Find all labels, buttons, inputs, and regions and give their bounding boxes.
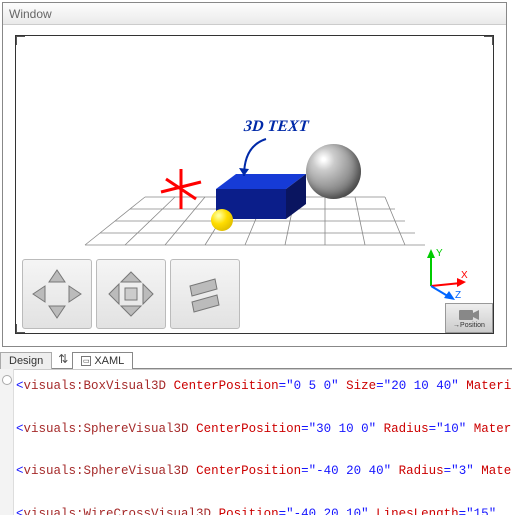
code-attr: LinesLength xyxy=(376,507,459,516)
code-val: 0 5 0 xyxy=(294,379,332,393)
designer-tab-strip: Design ⇅ ▭XAML xyxy=(0,349,512,369)
camera-position-button[interactable]: →Position xyxy=(445,303,493,333)
code-tag: visuals:BoxVisual3D xyxy=(24,379,167,393)
tab-xaml-label: XAML xyxy=(94,355,124,367)
window-title-bar: Window xyxy=(3,3,506,25)
axis-y-label: Y xyxy=(436,248,443,259)
code-attr: Radius xyxy=(384,422,429,436)
code-val: 20 10 40 xyxy=(391,379,451,393)
code-val: 30 10 0 xyxy=(316,422,369,436)
code-attr: CenterPosition xyxy=(196,422,301,436)
swap-panes-button[interactable]: ⇅ xyxy=(54,350,72,368)
sphere-small-visual xyxy=(211,209,233,231)
tab-design[interactable]: Design xyxy=(0,352,52,369)
code-tag: visuals:SphereVisual3D xyxy=(24,422,189,436)
zoom-widget[interactable] xyxy=(170,259,240,329)
code-attr: Size xyxy=(346,379,376,393)
window-title: Window xyxy=(9,7,52,21)
designer-window: Window xyxy=(2,2,507,347)
xaml-file-icon: ▭ xyxy=(81,356,91,366)
code-attr: Material xyxy=(474,422,512,436)
axis-z-label: Z xyxy=(455,290,461,301)
wire-cross-visual xyxy=(156,164,206,214)
code-tag: visuals:WireCrossVisual3D xyxy=(24,507,212,516)
axis-gizmo[interactable]: Y X Z xyxy=(411,246,471,301)
code-attr: Material xyxy=(466,379,512,393)
tab-design-label: Design xyxy=(9,355,43,367)
tab-xaml[interactable]: ▭XAML xyxy=(72,352,133,369)
gutter-marker xyxy=(2,375,12,385)
pan-widget[interactable] xyxy=(22,259,92,329)
axis-x-label: X xyxy=(461,270,468,281)
scene-root: 3D TEXT xyxy=(16,36,493,333)
code-tag: visuals:SphereVisual3D xyxy=(24,464,189,478)
camera-icon xyxy=(457,308,481,322)
navigation-widget-tray xyxy=(22,259,240,329)
code-val: 15 xyxy=(474,507,489,516)
code-attr: Radius xyxy=(399,464,444,478)
3d-viewport[interactable]: 3D TEXT xyxy=(15,35,494,334)
annotation-arrow xyxy=(236,136,276,186)
text3d-label: 3D TEXT xyxy=(243,118,309,136)
code-val: 10 xyxy=(444,422,459,436)
code-attr: Position xyxy=(219,507,279,516)
code-gutter xyxy=(0,369,14,515)
sphere-large-visual xyxy=(306,144,361,199)
code-val: -40 20 40 xyxy=(316,464,384,478)
camera-button-label: →Position xyxy=(453,322,485,329)
orbit-widget[interactable] xyxy=(96,259,166,329)
code-attr: CenterPosition xyxy=(196,464,301,478)
xaml-code-editor[interactable]: <visuals:BoxVisual3D CenterPosition="0 5… xyxy=(0,369,512,515)
swap-icon-glyph: ⇅ xyxy=(58,352,68,366)
code-attr: CenterPosition xyxy=(174,379,279,393)
code-attr: Material xyxy=(481,464,512,478)
code-val: -40 20 10 xyxy=(294,507,362,516)
